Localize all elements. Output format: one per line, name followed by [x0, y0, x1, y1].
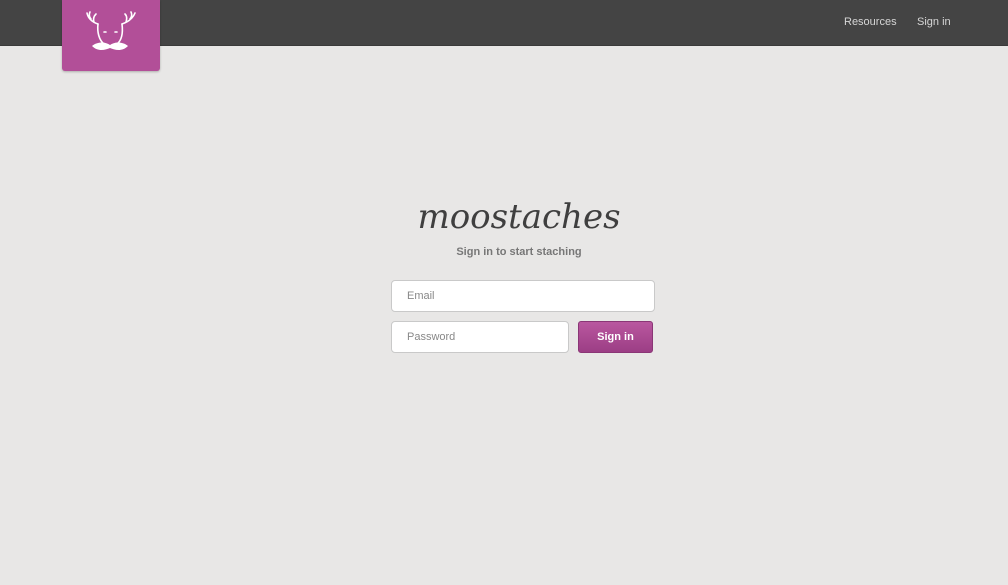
signin-button[interactable]: Sign in [578, 321, 653, 353]
tagline: Sign in to start staching [456, 246, 582, 258]
nav-resources-link[interactable]: Resources [844, 0, 897, 45]
email-field[interactable] [391, 280, 655, 312]
wordmark-text: moostaches [417, 197, 620, 237]
nav-signin-link[interactable]: Sign in [917, 0, 951, 45]
password-field[interactable] [391, 321, 569, 353]
moose-mustache-icon [86, 11, 136, 50]
logo-home-link[interactable] [62, 0, 160, 71]
moostaches-wordmark: moostaches [417, 197, 620, 237]
